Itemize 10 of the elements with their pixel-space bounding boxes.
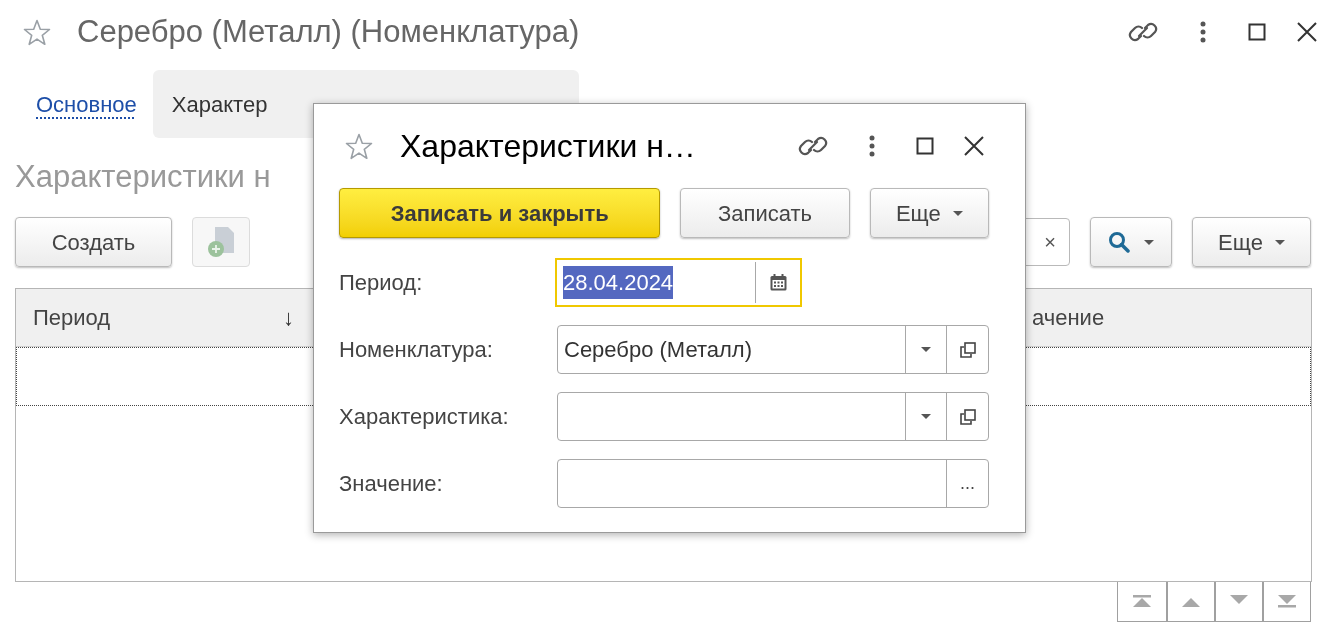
field-label: Характеристика:	[339, 403, 510, 431]
field-label: Период:	[339, 269, 424, 297]
dialog-title: Характеристики н…	[400, 127, 696, 166]
field-label: Номенклатура:	[339, 336, 494, 364]
section-title: Характеристики н	[15, 157, 271, 196]
column-header: Период	[32, 304, 112, 332]
column-header: ачение	[1032, 304, 1105, 332]
window-title: Серебро (Металл) (Номенклатура)	[77, 12, 580, 51]
field-label: Значение:	[339, 470, 444, 498]
sort-arrow: ↓	[283, 304, 294, 332]
